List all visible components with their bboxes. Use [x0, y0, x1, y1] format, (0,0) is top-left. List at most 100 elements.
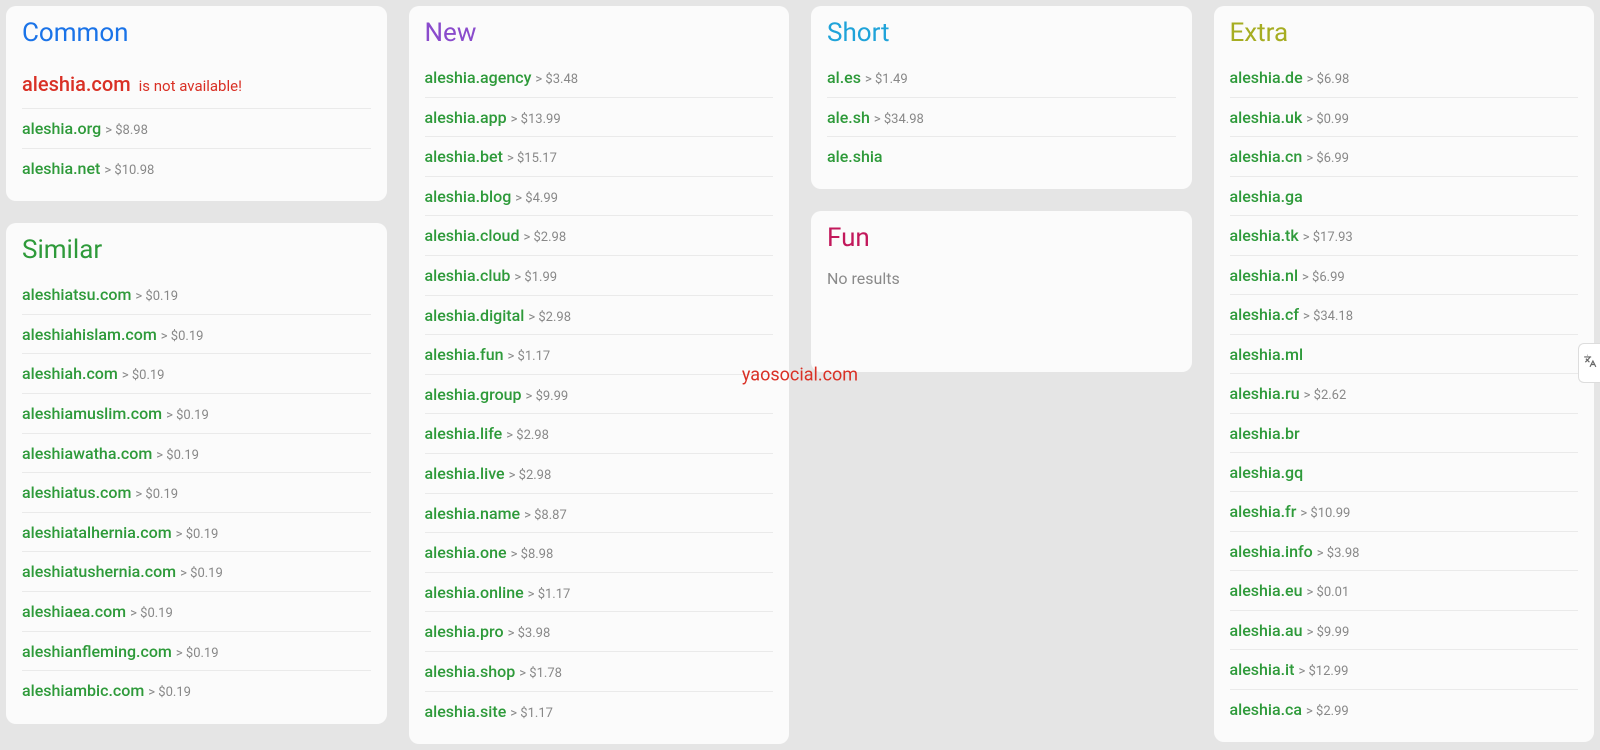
- price-label: > $34.18: [1303, 309, 1353, 324]
- domain-link[interactable]: aleshia.fr: [1230, 502, 1297, 521]
- price-label: > $2.62: [1304, 388, 1347, 403]
- domain-link[interactable]: aleshia.org: [22, 119, 101, 138]
- domain-link[interactable]: aleshia.life: [425, 424, 503, 443]
- new-card: New aleshia.agency> $3.48aleshia.app> $1…: [409, 6, 790, 744]
- list-item: aleshia.name> $8.87: [425, 494, 774, 534]
- domain-link[interactable]: aleshia.ca: [1230, 700, 1303, 719]
- price-label: > $0.19: [161, 329, 204, 344]
- price-label: > $3.48: [535, 72, 578, 87]
- list-item: aleshia.ml: [1230, 335, 1579, 374]
- list-item: aleshiatalhernia.com > $0.19: [22, 513, 371, 553]
- domain-link[interactable]: aleshia.cf: [1230, 305, 1300, 324]
- price-label: > $0.19: [130, 606, 173, 621]
- price-label: > $3.98: [508, 626, 551, 641]
- domain-link[interactable]: aleshiaea.com: [22, 602, 126, 621]
- domain-link[interactable]: ale.shia: [827, 147, 883, 166]
- domain-link[interactable]: aleshia.cn: [1230, 147, 1303, 166]
- column-3: Short al.es> $1.49ale.sh> $34.98ale.shia…: [811, 6, 1192, 372]
- domain-link[interactable]: aleshia.shop: [425, 662, 516, 681]
- domain-link[interactable]: aleshianfleming.com: [22, 642, 172, 661]
- extra-list: aleshia.de > $6.98 aleshia.uk> $0.99 aleshi…: [1230, 58, 1579, 728]
- list-item: aleshia.group> $9.99: [425, 375, 774, 415]
- price-label: > $10.99: [1300, 506, 1350, 521]
- domain-link[interactable]: aleshiah.com: [22, 364, 118, 383]
- price-label: > $0.19: [135, 487, 178, 502]
- short-card: Short al.es> $1.49ale.sh> $34.98ale.shia: [811, 6, 1192, 189]
- domain-link[interactable]: aleshia.group: [425, 385, 522, 404]
- domain-link[interactable]: aleshia.bet: [425, 147, 503, 166]
- domain-link[interactable]: aleshia.tk: [1230, 226, 1299, 245]
- domain-link[interactable]: aleshiatus.com: [22, 483, 131, 502]
- domain-link[interactable]: aleshiatushernia.com: [22, 562, 176, 581]
- domain-link[interactable]: aleshia.live: [425, 464, 505, 483]
- list-item: ale.shia: [827, 137, 1176, 175]
- price-label: > $0.19: [176, 527, 219, 542]
- domain-link[interactable]: aleshia.ml: [1230, 345, 1304, 364]
- price-label: > $0.19: [156, 448, 199, 463]
- list-item: aleshia.club> $1.99: [425, 256, 774, 296]
- domain-link[interactable]: aleshia.online: [425, 583, 524, 602]
- price-label: > $0.99: [1306, 112, 1349, 127]
- list-item: aleshia.nl> $6.99: [1230, 256, 1579, 296]
- domain-link[interactable]: aleshiatalhernia.com: [22, 523, 172, 542]
- domain-link[interactable]: aleshia.blog: [425, 187, 512, 206]
- list-item: aleshia.one> $8.98: [425, 533, 774, 573]
- price-label: > $8.87: [524, 508, 567, 523]
- domain-link[interactable]: aleshiatsu.com: [22, 285, 131, 304]
- list-item: aleshiatus.com > $0.19: [22, 473, 371, 513]
- domain-link[interactable]: aleshia.pro: [425, 622, 504, 641]
- column-1: Common aleshia.comis not available!alesh…: [6, 6, 387, 724]
- short-list: al.es> $1.49ale.sh> $34.98ale.shia: [827, 58, 1176, 175]
- price-label: > $6.99: [1306, 151, 1349, 166]
- domain-link[interactable]: aleshiahislam.com: [22, 325, 157, 344]
- price-label: > $1.99: [514, 270, 557, 285]
- price-label: > $0.19: [180, 566, 223, 581]
- domain-link[interactable]: aleshia.com: [22, 72, 131, 96]
- similar-title: Similar: [22, 235, 371, 265]
- unavailable-note: is not available!: [139, 77, 242, 95]
- price-label: > $2.98: [523, 230, 566, 245]
- list-item: aleshia.blog> $4.99: [425, 177, 774, 217]
- domain-link[interactable]: aleshia.digital: [425, 306, 525, 325]
- domain-link[interactable]: aleshia.app: [425, 108, 507, 127]
- domain-link[interactable]: aleshiambic.com: [22, 681, 144, 700]
- domain-link[interactable]: aleshia.uk: [1230, 108, 1303, 127]
- short-title: Short: [827, 18, 1176, 48]
- price-label: > $9.99: [1307, 625, 1350, 640]
- domain-link[interactable]: al.es: [827, 68, 861, 87]
- list-item: aleshiatushernia.com > $0.19: [22, 552, 371, 592]
- price-label: > $4.99: [515, 191, 558, 206]
- domain-link[interactable]: aleshia.one: [425, 543, 507, 562]
- translate-tab[interactable]: [1578, 343, 1600, 383]
- domain-link[interactable]: aleshia.it: [1230, 660, 1295, 679]
- domain-link[interactable]: aleshia.cloud: [425, 226, 520, 245]
- domain-link[interactable]: aleshia.info: [1230, 542, 1313, 561]
- domain-link[interactable]: aleshia.fun: [425, 345, 504, 364]
- list-item: aleshianfleming.com> $0.19: [22, 632, 371, 672]
- domain-link[interactable]: aleshia.ru: [1230, 384, 1300, 403]
- domain-link[interactable]: aleshia.br: [1230, 424, 1300, 443]
- price-label: > $0.19: [148, 685, 191, 700]
- translate-icon: [1583, 354, 1597, 372]
- domain-link[interactable]: ale.sh: [827, 108, 870, 127]
- results-columns: Common aleshia.comis not available!alesh…: [6, 6, 1594, 744]
- domain-link[interactable]: aleshia.gq: [1230, 463, 1304, 482]
- price-label: > $1.17: [508, 349, 551, 364]
- list-item: aleshiatsu.com> $0.19: [22, 275, 371, 315]
- domain-link[interactable]: aleshia.agency: [425, 68, 532, 87]
- domain-link[interactable]: aleshia.eu: [1230, 581, 1303, 600]
- price-label: > $6.98: [1307, 72, 1350, 87]
- list-item: aleshia.it> $12.99: [1230, 650, 1579, 690]
- list-item: aleshia.bet> $15.17: [425, 137, 774, 177]
- domain-link[interactable]: aleshia.de: [1230, 68, 1303, 87]
- domain-link[interactable]: aleshia.site: [425, 702, 507, 721]
- domain-link[interactable]: aleshia.club: [425, 266, 511, 285]
- fun-card: Fun No results: [811, 211, 1192, 372]
- domain-link[interactable]: aleshia.au: [1230, 621, 1303, 640]
- domain-link[interactable]: aleshia.net: [22, 159, 100, 178]
- domain-link[interactable]: aleshia.ga: [1230, 187, 1303, 206]
- domain-link[interactable]: aleshia.nl: [1230, 266, 1299, 285]
- domain-link[interactable]: aleshiamuslim.com: [22, 404, 162, 423]
- domain-link[interactable]: aleshiawatha.com: [22, 444, 152, 463]
- domain-link[interactable]: aleshia.name: [425, 504, 521, 523]
